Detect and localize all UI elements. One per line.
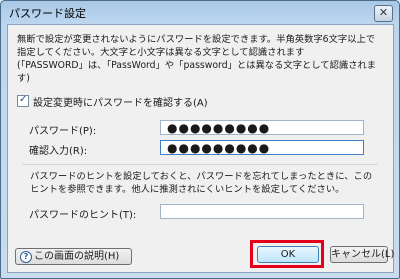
description-text: 無断で設定が変更されないようにパスワードを設定できます。半角英数字6文字以上で …: [17, 34, 377, 84]
help-button[interactable]: ? この画面の説明(H): [15, 248, 132, 265]
password-hint-label: パスワードのヒント(T):: [29, 210, 137, 221]
confirm-password-label: 確認入力(R):: [29, 146, 88, 157]
dialog-title: パスワード設定: [9, 7, 86, 20]
help-button-label: この画面の説明(H): [34, 251, 120, 262]
dialog-body: 無断で設定が変更されないようにパスワードを設定できます。半角英数字6文字以上で …: [7, 24, 394, 273]
hint-description-text: パスワードのヒントを設定しておくと、パスワードを忘れてしまったときに、この ヒン…: [30, 171, 373, 195]
ok-button[interactable]: OK: [257, 246, 319, 263]
confirm-password-checkbox-label[interactable]: 設定変更時にパスワードを確認する(A): [33, 94, 208, 109]
cancel-button[interactable]: キャンセル(L): [330, 246, 394, 263]
password-hint-field[interactable]: [160, 204, 364, 219]
password-field[interactable]: ●●●●●●●●●: [160, 120, 364, 135]
password-settings-dialog: パスワード設定 ✕ 無断で設定が変更されないようにパスワードを設定できます。半角…: [0, 0, 400, 279]
close-icon: ✕: [378, 6, 389, 19]
confirm-password-field[interactable]: ●●●●●●●●●: [160, 140, 364, 155]
password-label: パスワード(P):: [29, 126, 97, 137]
close-button[interactable]: ✕: [374, 5, 393, 22]
title-bar: パスワード設定 ✕: [1, 1, 399, 23]
group-divider: [22, 164, 378, 165]
check-icon: ✓: [19, 94, 28, 105]
confirm-password-checkbox[interactable]: ✓: [17, 94, 29, 107]
help-icon: ?: [20, 251, 32, 263]
